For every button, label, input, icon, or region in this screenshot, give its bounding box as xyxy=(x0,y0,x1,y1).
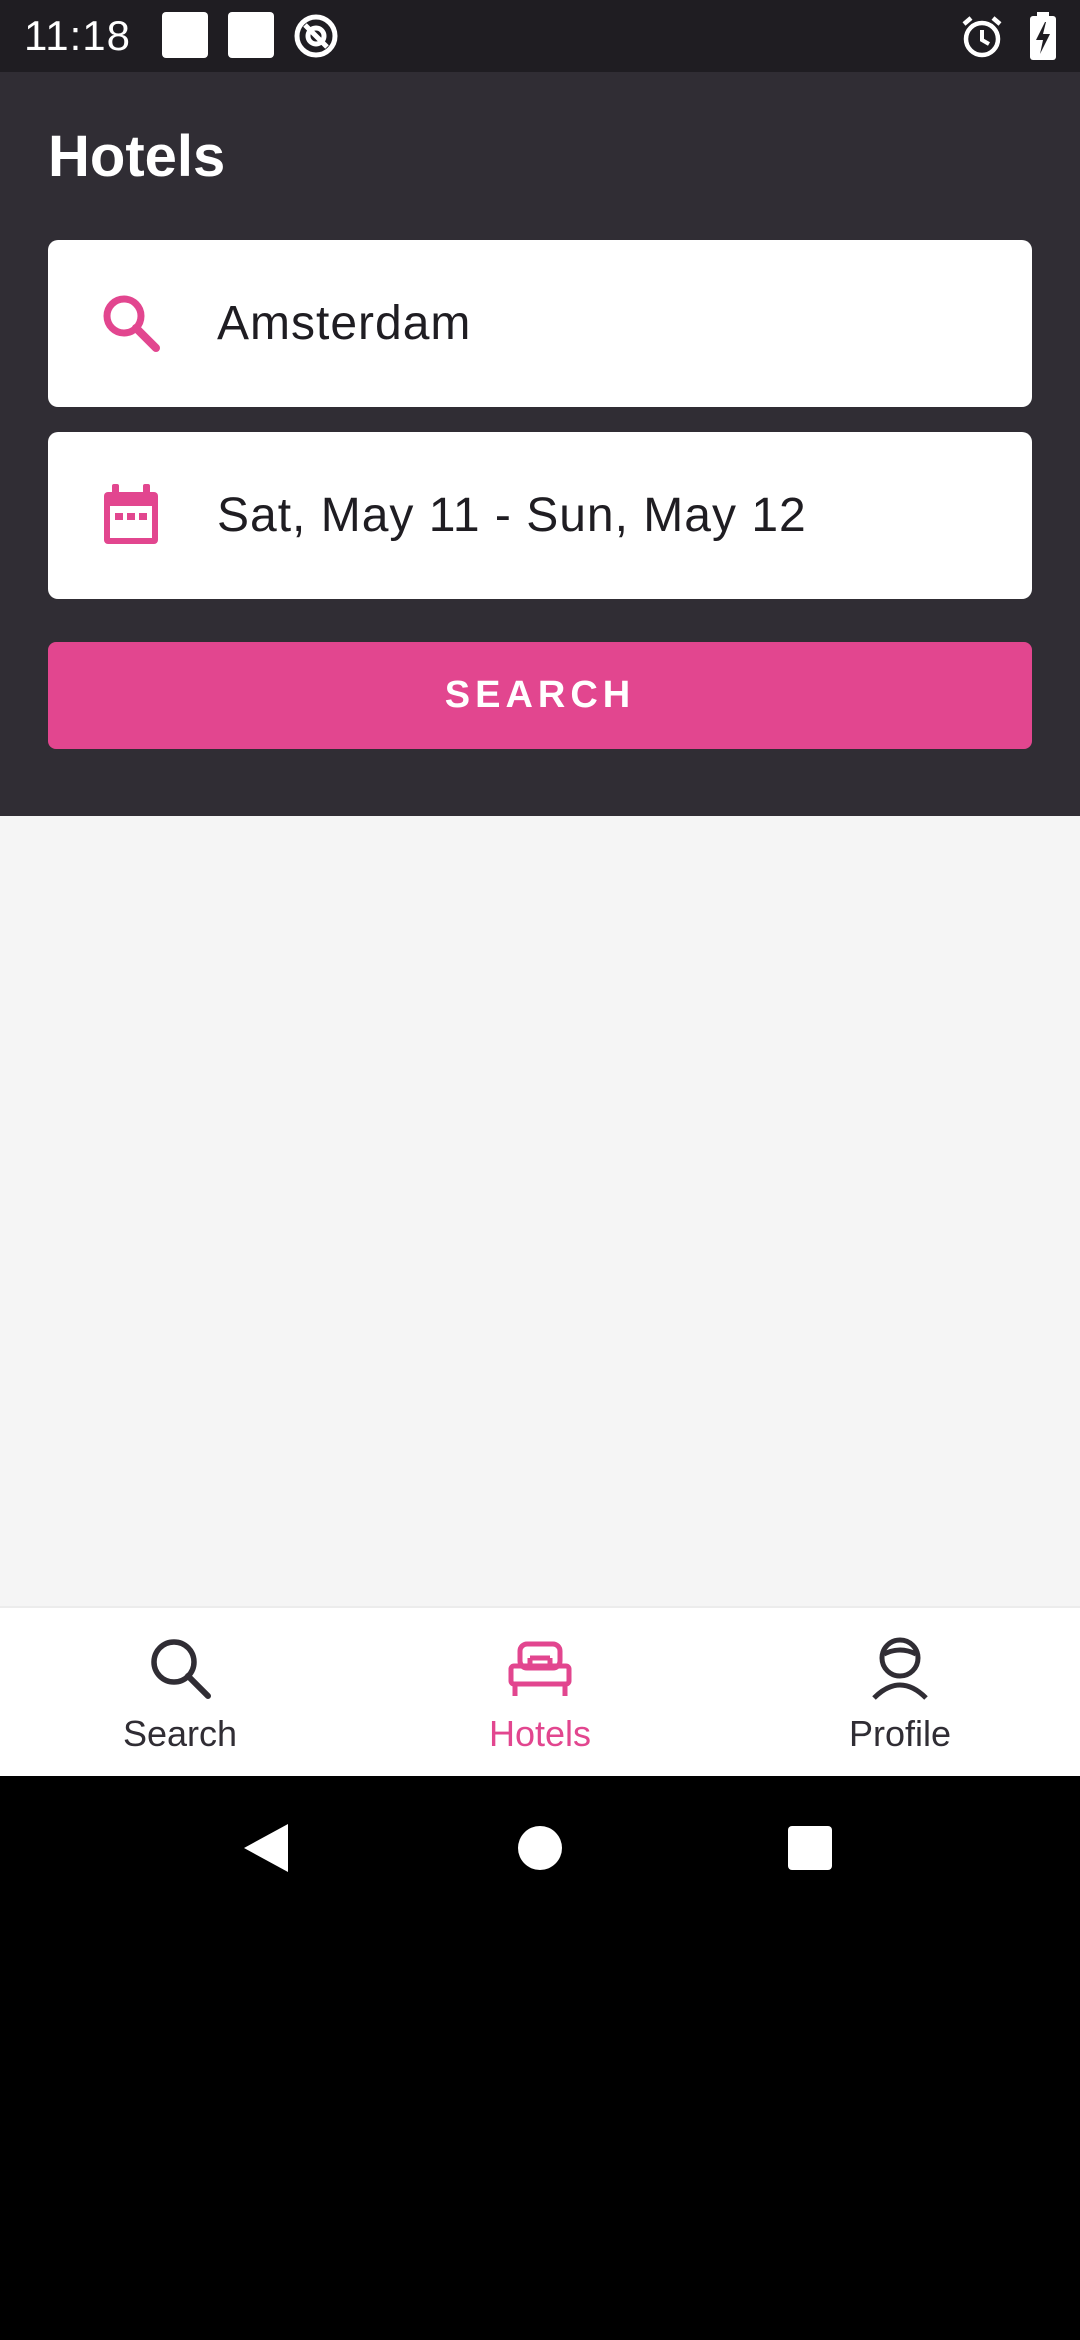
location-value: Amsterdam xyxy=(217,297,472,350)
notification-square-icon xyxy=(228,12,274,58)
search-button[interactable]: SEARCH xyxy=(48,642,1032,749)
recents-icon[interactable] xyxy=(762,1800,858,1896)
nav-item-hotels[interactable]: Hotels xyxy=(360,1608,720,1776)
system-navigation-bar xyxy=(0,1776,1080,1920)
search-icon xyxy=(103,295,160,352)
home-icon[interactable] xyxy=(492,1800,588,1896)
location-field[interactable]: Amsterdam xyxy=(48,240,1032,407)
page-title: Hotels xyxy=(48,124,226,189)
dates-value: Sat, May 11 - Sun, May 12 xyxy=(217,489,807,542)
nav-item-search[interactable]: Search xyxy=(0,1608,360,1776)
back-icon[interactable] xyxy=(222,1800,318,1896)
bottom-navigation: Search Hotels Profile xyxy=(0,1606,1080,1776)
results-area xyxy=(0,816,1080,1606)
notification-square-icon xyxy=(162,12,208,58)
search-header: Hotels Amsterdam Sat, May 11 - Sun, May … xyxy=(0,72,1080,816)
status-bar: 11:18 xyxy=(0,0,1080,72)
nav-label-hotels: Hotels xyxy=(488,1713,592,1754)
app-screen: 11:18 Hotels Amsterdam Sat, May 11 - Sun… xyxy=(0,0,1080,2340)
nav-label-profile: Profile xyxy=(848,1713,952,1754)
battery-charging-icon xyxy=(1030,12,1056,60)
alarm-clock-icon xyxy=(962,16,1002,58)
nav-label-search: Search xyxy=(122,1713,238,1754)
nav-item-profile[interactable]: Profile xyxy=(720,1608,1080,1776)
status-time: 11:18 xyxy=(24,12,131,59)
at-sign-icon xyxy=(294,14,338,58)
dates-field[interactable]: Sat, May 11 - Sun, May 12 xyxy=(48,432,1032,599)
calendar-icon xyxy=(104,484,158,544)
person-icon xyxy=(872,1637,928,1700)
bed-icon xyxy=(508,1641,572,1696)
search-icon xyxy=(151,1639,211,1699)
